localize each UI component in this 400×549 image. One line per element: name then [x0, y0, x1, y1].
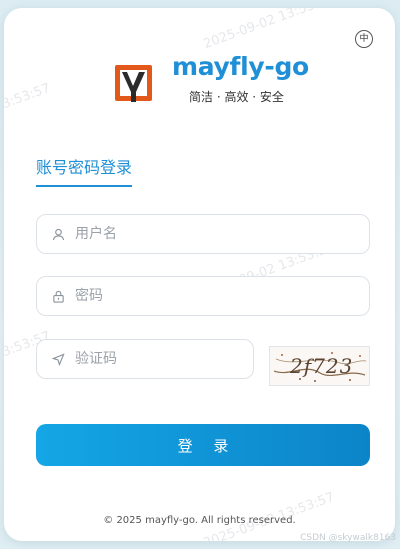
watermark: 2025-09-02 13:53:57	[201, 8, 337, 53]
login-button[interactable]: 登 录	[36, 424, 370, 466]
brand-name: mayfly-go	[172, 52, 309, 81]
copyright-footer: © 2025 mayfly-go. All rights reserved.	[103, 515, 296, 526]
tab-account-password-login[interactable]: 账号密码登录	[36, 154, 133, 187]
site-watermark: CSDN @skywalk8163	[300, 533, 396, 543]
user-icon	[51, 227, 65, 241]
username-field[interactable]	[36, 214, 370, 254]
captcha-text: 2f723	[289, 354, 353, 378]
username-input[interactable]	[73, 225, 327, 243]
language-switch-icon[interactable]: 中	[355, 30, 373, 48]
login-card: 2025-09-02 13:53:57 2025-09-02 13:53:57 …	[4, 8, 395, 541]
captcha-field[interactable]	[36, 339, 254, 379]
password-input[interactable]	[73, 287, 327, 305]
brand-slogan: 简洁 · 高效 · 安全	[189, 90, 284, 104]
mayfly-logo	[114, 62, 154, 106]
lock-icon	[51, 289, 65, 303]
password-field[interactable]	[36, 276, 370, 316]
send-arrow-icon	[51, 352, 65, 366]
captcha-image[interactable]: 2f723	[269, 346, 370, 386]
captcha-input[interactable]	[73, 350, 217, 368]
watermark: 2025-09-02 13:53:57	[4, 80, 53, 142]
